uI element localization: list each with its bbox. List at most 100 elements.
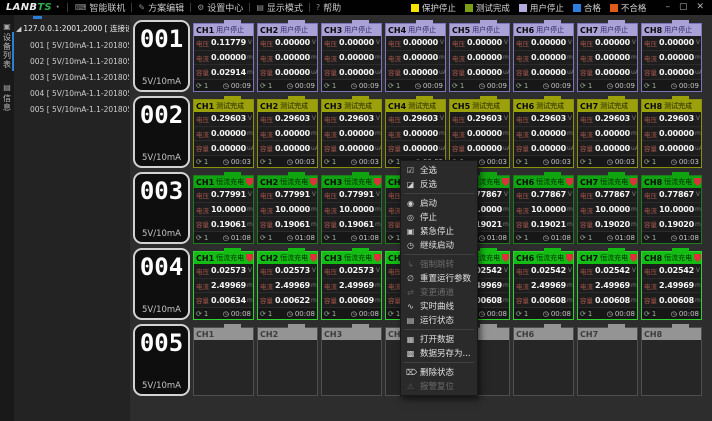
close-button[interactable]: ✕	[696, 3, 704, 12]
voltage-label: 电压	[324, 38, 337, 48]
loop-count: 1	[588, 82, 592, 90]
channel-card-004-CH2[interactable]: CH2恒流充电电压0.02573V电流2.49969mA容量0.00622mAh…	[257, 251, 318, 320]
current-value: 2.49969	[595, 281, 630, 290]
card-top-nub	[416, 20, 433, 24]
channel-card-003-CH2[interactable]: CH2恒流充电电压0.77991V电流10.0000mA容量0.19061mAh…	[257, 175, 318, 244]
context-menu-item-stop[interactable]: ◎停止	[401, 210, 477, 224]
channel-card-002-CH1[interactable]: CH1测试完成电压0.29603V电流0.00000mA容量0.00000uAh…	[193, 99, 254, 168]
channel-card-003-CH8[interactable]: CH8恒流充电电压0.77867V电流10.0000mA容量0.19020mAh…	[641, 175, 702, 244]
context-menu-item-invert-selection[interactable]: ◪反选	[401, 177, 477, 191]
capacity-value: 0.19020	[595, 220, 630, 229]
context-menu-item-emergency-stop[interactable]: ▣紧急停止	[401, 224, 477, 238]
minimize-button[interactable]: –	[665, 3, 670, 12]
menubar-item-smart-connect[interactable]: ⌨智能联机	[75, 1, 126, 14]
channel-card-002-CH4[interactable]: CH4测试完成电压0.29603V电流0.00000mA容量0.00000uAh…	[385, 99, 446, 168]
loop-counter: ⟳1	[260, 234, 272, 242]
current-value: 0.00000	[531, 53, 566, 62]
tree-item-device-2[interactable]: 002 [ 5V/10mA-1.1-20180501002 ]	[15, 53, 129, 69]
voltage-label: 电压	[580, 190, 593, 200]
current-label: 电流	[644, 281, 657, 291]
channel-card-002-CH6[interactable]: CH6测试完成电压0.29603V电流0.00000mA容量0.00000uAh…	[513, 99, 574, 168]
channel-footer: ⟳1◷00:09	[450, 80, 509, 91]
tree-item-device-4[interactable]: 004 [ 5V/10mA-1.1-20180501004 ]	[15, 85, 129, 101]
channel-card-004-CH3[interactable]: CH3恒流充电电压0.02573V电流2.49969mA容量0.00609mAh…	[321, 251, 382, 320]
maximize-button[interactable]: ▢	[679, 3, 688, 12]
channel-card-002-CH5[interactable]: CH5测试完成电压0.29603V电流0.00000mA容量0.00000uAh…	[449, 99, 510, 168]
channel-card-001-CH5[interactable]: CH5用户停止电压0.00000V电流0.00000mA容量0.00000uAh…	[449, 23, 510, 92]
channel-card-003-CH1[interactable]: CH1恒流充电电压0.77991V电流10.0000mA容量0.19061mAh…	[193, 175, 254, 244]
voltage-unit: V	[503, 39, 508, 46]
menubar-item-display-mode[interactable]: ▤显示模式	[256, 1, 303, 14]
menubar-item-help[interactable]: ?帮助	[316, 1, 341, 14]
context-menu-item-resume-start[interactable]: ◷继续启动	[401, 238, 477, 252]
context-menu-item-label: 强制跳转	[420, 258, 454, 270]
channel-card-003-CH7[interactable]: CH7恒流充电电压0.77867V电流10.0000mA容量0.19020mAh…	[577, 175, 638, 244]
channel-card-005-CH1[interactable]: CH1	[193, 327, 254, 396]
tree-item-device-1[interactable]: 001 [ 5V/10mA-1.1-20180501001 ]	[15, 37, 129, 53]
channel-card-002-CH2[interactable]: CH2测试完成电压0.29603V电流0.00000mA容量0.00000uAh…	[257, 99, 318, 168]
context-menu-item-delete-status[interactable]: ⌦删除状态	[401, 365, 477, 379]
channel-card-001-CH7[interactable]: CH7用户停止电压0.00000V电流0.00000mA容量0.00000uAh…	[577, 23, 638, 92]
channel-card-002-CH7[interactable]: CH7测试完成电压0.29603V电流0.00000mA容量0.00000uAh…	[577, 99, 638, 168]
sidebar-tab-info[interactable]: ▤信息	[2, 81, 13, 114]
channel-card-001-CH6[interactable]: CH6用户停止电压0.00000V电流0.00000mA容量0.00000uAh…	[513, 23, 574, 92]
device-panel-001[interactable]: 0015V/10mA	[133, 20, 190, 92]
channel-card-002-CH8[interactable]: CH8测试完成电压0.29603V电流0.00000mA容量0.00000uAh…	[641, 99, 702, 168]
elapsed-time: ◷01:08	[351, 234, 379, 242]
channel-card-001-CH3[interactable]: CH3用户停止电压0.00000V电流0.00000mA容量0.00000uAh…	[321, 23, 382, 92]
context-menu-item-label: 全选	[420, 164, 437, 176]
loop-count: 1	[524, 234, 528, 242]
channel-card-005-CH8[interactable]: CH8	[641, 327, 702, 396]
channel-card-003-CH6[interactable]: CH6恒流充电电压0.77867V电流10.0000mA容量0.19021mAh…	[513, 175, 574, 244]
channel-status: 测试完成	[600, 101, 628, 111]
menubar-item-label: 智能联机	[89, 1, 125, 14]
channel-card-004-CH1[interactable]: CH1恒流充电电压0.02573V电流2.49969mA容量0.00634mAh…	[193, 251, 254, 320]
channel-card-003-CH3[interactable]: CH3恒流充电电压0.77991V电流10.0000mA容量0.19061mAh…	[321, 175, 382, 244]
tree-expand-icon[interactable]: ◢	[16, 25, 21, 33]
channel-card-005-CH6[interactable]: CH6	[513, 327, 574, 396]
channel-card-004-CH8[interactable]: CH8恒流充电电压0.02542V电流2.49969mA容量0.00608mAh…	[641, 251, 702, 320]
capacity-unit: uAh	[566, 69, 573, 76]
channel-card-001-CH2[interactable]: CH2用户停止电压0.00000V电流0.00000mA容量0.00000uAh…	[257, 23, 318, 92]
channel-card-001-CH8[interactable]: CH8用户停止电压0.00000V电流0.00000mA容量0.00000uAh…	[641, 23, 702, 92]
channel-header: CH4测试完成	[386, 100, 445, 112]
channel-name: CH7	[580, 330, 598, 339]
sidebar-tab-device-list[interactable]: ▣设备列表	[2, 20, 13, 71]
elapsed-time: ◷00:03	[479, 158, 507, 166]
device-panel-005[interactable]: 0055V/10mA	[133, 324, 190, 396]
tree-item-device-3[interactable]: 003 [ 5V/10mA-1.1-20180501003 ]	[15, 69, 129, 85]
context-menu-item-select-all[interactable]: ☑全选	[401, 163, 477, 177]
channel-card-005-CH7[interactable]: CH7	[577, 327, 638, 396]
card-top-nub	[608, 20, 625, 24]
context-menu-item-start[interactable]: ◉启动	[401, 196, 477, 210]
context-menu-item-save-data-as[interactable]: ▩数据另存为...	[401, 346, 477, 360]
device-panel-002[interactable]: 0025V/10mA	[133, 96, 190, 168]
channel-card-001-CH4[interactable]: CH4用户停止电压0.00000V电流0.00000mA容量0.00000uAh…	[385, 23, 446, 92]
time-value: 01:08	[615, 234, 635, 242]
clock-icon: ◷	[479, 158, 485, 166]
voltage-row: 电压0.02573V	[194, 264, 253, 279]
channel-card-005-CH2[interactable]: CH2	[257, 327, 318, 396]
tree-root-node[interactable]: ◢ 127.0.0.1:2001,2000 [ 连接设备5 台 ]	[15, 21, 129, 37]
clock-icon: ◷	[607, 158, 613, 166]
context-menu-item-realtime-curve[interactable]: ∿实时曲线	[401, 299, 477, 313]
legend-swatch-test-done	[465, 4, 473, 12]
channel-card-004-CH6[interactable]: CH6恒流充电电压0.02542V电流2.49969mA容量0.00608mAh…	[513, 251, 574, 320]
device-panel-004[interactable]: 0045V/10mA	[133, 248, 190, 320]
splitter-handle[interactable]	[33, 16, 42, 19]
context-menu-item-open-data[interactable]: ▦打开数据	[401, 332, 477, 346]
capacity-unit: uAh	[374, 69, 381, 76]
tree-children: 001 [ 5V/10mA-1.1-20180501001 ]002 [ 5V/…	[15, 37, 129, 117]
menubar-item-settings-center[interactable]: ⚙设置中心	[197, 1, 243, 14]
channel-card-005-CH3[interactable]: CH3	[321, 327, 382, 396]
channel-card-001-CH1[interactable]: CH1用户停止电压0.11779V电流0.00000mA容量0.02914mAh…	[193, 23, 254, 92]
channel-card-004-CH7[interactable]: CH7恒流充电电压0.02542V电流2.49969mA容量0.00608mAh…	[577, 251, 638, 320]
context-menu-item-reset-run-params[interactable]: ∅重置运行参数	[401, 271, 477, 285]
menubar-item-plan-edit[interactable]: ✎方案编辑	[138, 1, 184, 14]
channel-card-002-CH3[interactable]: CH3测试完成电压0.29603V电流0.00000mA容量0.00000uAh…	[321, 99, 382, 168]
device-panel-003[interactable]: 0035V/10mA	[133, 172, 190, 244]
capacity-value: 0.19061	[211, 220, 246, 229]
tree-item-device-5[interactable]: 005 [ 5V/10mA-1.1-20180501005 ]	[15, 101, 129, 117]
protect-shield-icon	[246, 178, 253, 186]
context-menu-item-run-status[interactable]: ▤运行状态	[401, 313, 477, 327]
